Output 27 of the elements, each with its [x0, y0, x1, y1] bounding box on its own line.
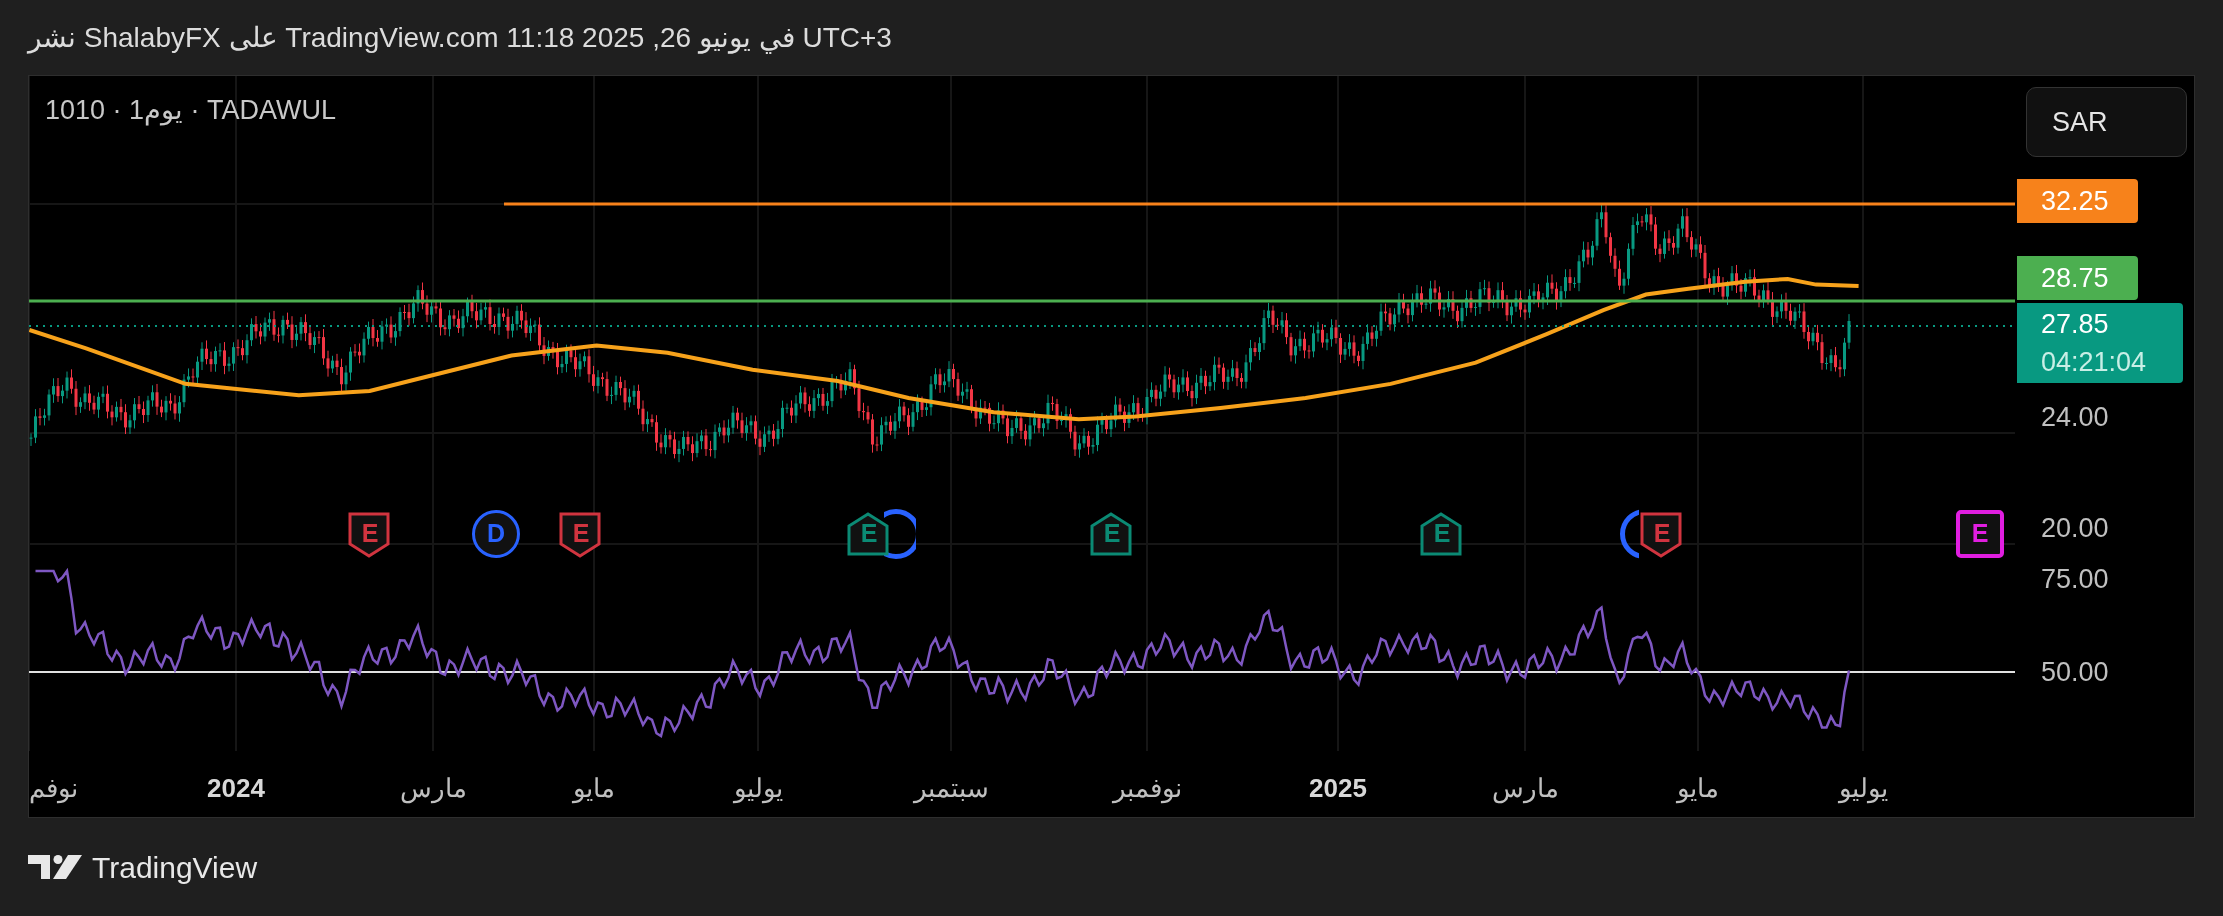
currency-button[interactable]: SAR	[2026, 87, 2187, 157]
price-level-label: 32.25	[2017, 179, 2138, 223]
dividend-marker[interactable]	[884, 508, 916, 560]
last-price-label: 27.85 04:21:04	[2017, 303, 2183, 383]
brand-name: TradingView	[92, 849, 258, 886]
month-label: سبتمبر	[913, 772, 989, 806]
month-label: يوليو	[1838, 772, 1888, 806]
dividend-marker[interactable]: D	[470, 508, 522, 560]
dividend-marker[interactable]	[1619, 508, 1639, 560]
rsi-label: 50.00	[2041, 657, 2109, 687]
price-label: 24.00	[2041, 402, 2109, 432]
year-label: 2024	[207, 772, 265, 805]
month-label: مايو	[1677, 772, 1719, 806]
price-label: 20.00	[2041, 513, 2109, 543]
symbol-info: TADAWUL · يوم1 · 1010	[45, 94, 337, 128]
year-label: 2025	[1309, 772, 1367, 805]
publish-info: نشر ShalabyFX على TradingView.com في يونيو 26, 2025 11:18 UTC+3	[28, 20, 892, 56]
rsi-label: 75.00	[2041, 567, 2109, 594]
month-label: نوفم	[29, 772, 78, 806]
month-label: مايو	[573, 772, 615, 806]
price-level-label: 28.75	[2017, 256, 2138, 300]
tradingview-logo-icon	[28, 852, 82, 882]
month-label: مارس	[1491, 772, 1559, 806]
month-label: مارس	[399, 772, 467, 806]
month-label: يوليو	[733, 772, 783, 806]
earnings-marker[interactable]: E	[1954, 508, 2006, 560]
month-label: نوفمبر	[1112, 772, 1182, 806]
